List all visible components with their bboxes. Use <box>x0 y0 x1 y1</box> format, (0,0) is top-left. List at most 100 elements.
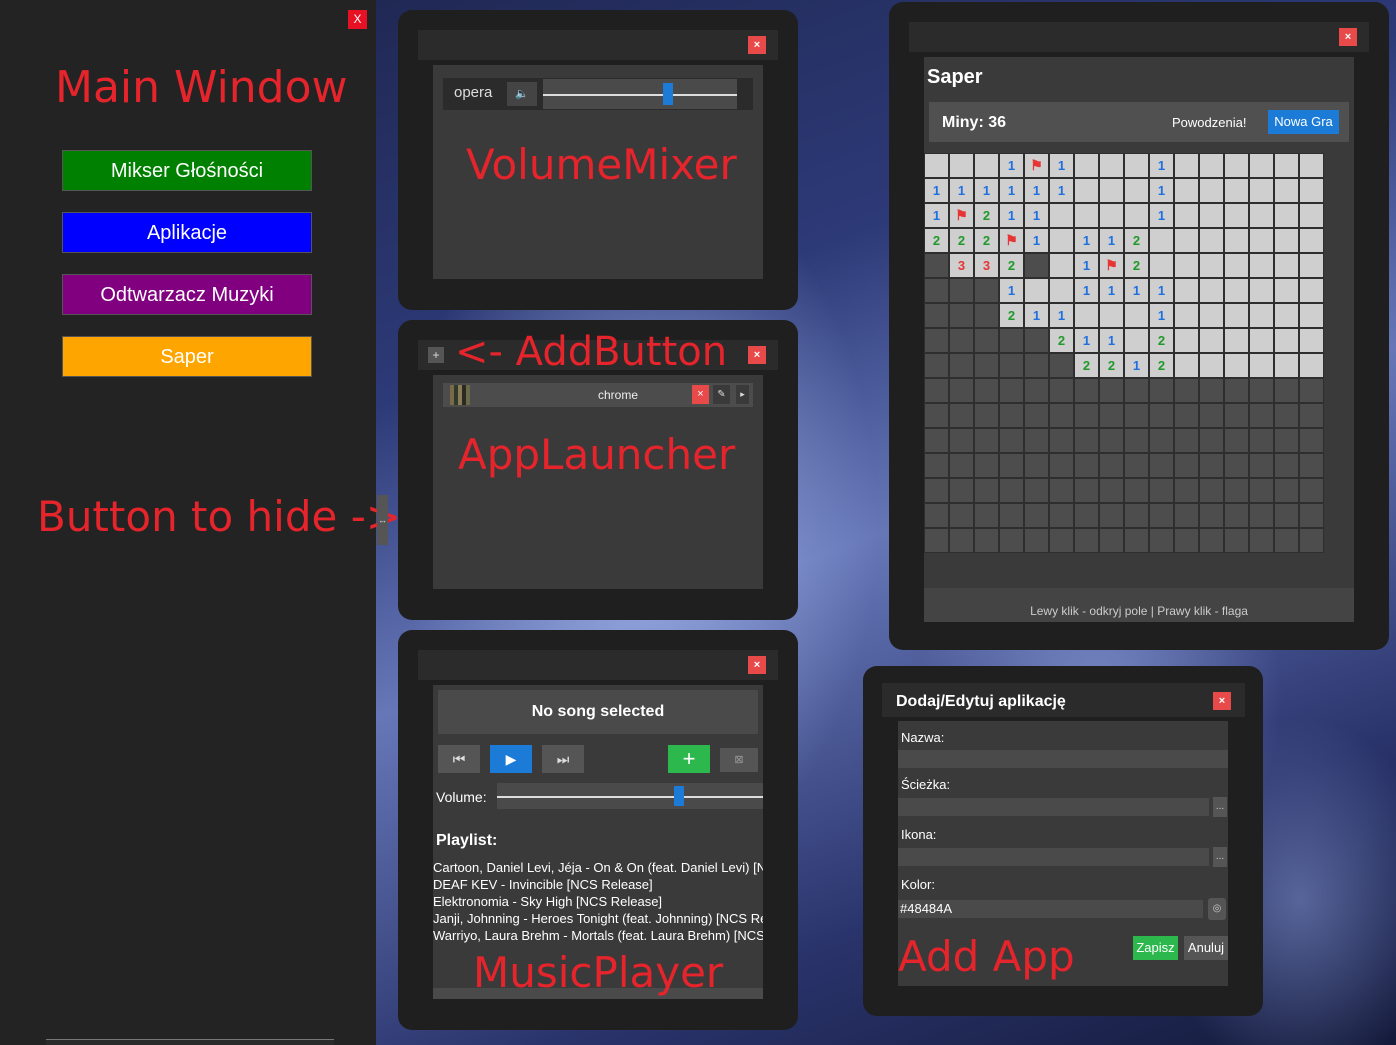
empty-cell[interactable] <box>1174 203 1199 228</box>
number-cell[interactable]: 2 <box>1074 353 1099 378</box>
empty-cell[interactable] <box>1299 228 1324 253</box>
hidden-cell[interactable] <box>1124 378 1149 403</box>
hidden-cell[interactable] <box>1099 528 1124 553</box>
number-cell[interactable]: 1 <box>1024 228 1049 253</box>
hidden-cell[interactable] <box>1274 503 1299 528</box>
empty-cell[interactable] <box>1199 328 1224 353</box>
number-cell[interactable]: 1 <box>1074 278 1099 303</box>
hidden-cell[interactable] <box>1224 403 1249 428</box>
hidden-cell[interactable] <box>1124 478 1149 503</box>
number-cell[interactable]: 1 <box>924 203 949 228</box>
hidden-cell[interactable] <box>974 403 999 428</box>
hidden-cell[interactable] <box>999 478 1024 503</box>
hidden-cell[interactable] <box>1024 528 1049 553</box>
hidden-cell[interactable] <box>924 328 949 353</box>
hidden-cell[interactable] <box>1224 528 1249 553</box>
number-cell[interactable]: 2 <box>974 203 999 228</box>
hidden-cell[interactable] <box>1299 453 1324 478</box>
number-cell[interactable]: 2 <box>949 228 974 253</box>
hidden-cell[interactable] <box>1224 378 1249 403</box>
hidden-cell[interactable] <box>1299 478 1324 503</box>
number-cell[interactable]: 3 <box>949 253 974 278</box>
applications-button[interactable]: Aplikacje <box>62 212 312 253</box>
number-cell[interactable]: 2 <box>924 228 949 253</box>
number-cell[interactable]: 1 <box>1149 178 1174 203</box>
hidden-cell[interactable] <box>949 328 974 353</box>
remove-song-button[interactable]: ⊠ <box>720 748 758 772</box>
music-player-button[interactable]: Odtwarzacz Muzyki <box>62 274 312 315</box>
hidden-cell[interactable] <box>949 478 974 503</box>
hidden-cell[interactable] <box>1024 253 1049 278</box>
hidden-cell[interactable] <box>1024 478 1049 503</box>
hidden-cell[interactable] <box>974 528 999 553</box>
number-cell[interactable]: 1 <box>1149 203 1174 228</box>
hidden-cell[interactable] <box>1174 403 1199 428</box>
hidden-cell[interactable] <box>974 478 999 503</box>
hidden-cell[interactable] <box>1149 478 1174 503</box>
icon-field[interactable] <box>898 848 1209 866</box>
empty-cell[interactable] <box>1049 228 1074 253</box>
play-button[interactable]: ▶ <box>490 745 532 773</box>
slider-thumb[interactable] <box>674 786 684 806</box>
hidden-cell[interactable] <box>1224 453 1249 478</box>
playlist-item[interactable]: DEAF KEV - Invincible [NCS Release] <box>433 876 763 893</box>
number-cell[interactable]: 1 <box>1149 303 1174 328</box>
hidden-cell[interactable] <box>1074 528 1099 553</box>
empty-cell[interactable] <box>1299 253 1324 278</box>
hidden-cell[interactable] <box>1174 378 1199 403</box>
hidden-cell[interactable] <box>1249 403 1274 428</box>
hidden-cell[interactable] <box>974 328 999 353</box>
hidden-cell[interactable] <box>1124 528 1149 553</box>
number-cell[interactable]: 1 <box>1049 153 1074 178</box>
empty-cell[interactable] <box>1299 278 1324 303</box>
launcher-close-button[interactable]: × <box>748 346 766 364</box>
empty-cell[interactable] <box>1149 253 1174 278</box>
hidden-cell[interactable] <box>949 303 974 328</box>
hidden-cell[interactable] <box>1049 378 1074 403</box>
empty-cell[interactable] <box>1224 253 1249 278</box>
hidden-cell[interactable] <box>1199 403 1224 428</box>
empty-cell[interactable] <box>1249 203 1274 228</box>
hidden-cell[interactable] <box>1074 503 1099 528</box>
hidden-cell[interactable] <box>1074 378 1099 403</box>
hidden-cell[interactable] <box>1099 503 1124 528</box>
hidden-cell[interactable] <box>1249 503 1274 528</box>
main-close-button[interactable]: X <box>348 10 367 29</box>
hidden-cell[interactable] <box>1274 453 1299 478</box>
empty-cell[interactable] <box>1199 278 1224 303</box>
empty-cell[interactable] <box>1199 303 1224 328</box>
hidden-cell[interactable] <box>1099 403 1124 428</box>
hidden-cell[interactable] <box>1024 503 1049 528</box>
path-field[interactable] <box>898 798 1209 816</box>
hidden-cell[interactable] <box>924 478 949 503</box>
number-cell[interactable]: 1 <box>1149 153 1174 178</box>
empty-cell[interactable] <box>1299 178 1324 203</box>
empty-cell[interactable] <box>1199 353 1224 378</box>
hidden-cell[interactable] <box>1299 428 1324 453</box>
delete-app-button[interactable]: × <box>692 385 709 404</box>
number-cell[interactable]: 2 <box>1149 353 1174 378</box>
hidden-cell[interactable] <box>1124 428 1149 453</box>
number-cell[interactable]: 1 <box>924 178 949 203</box>
hidden-cell[interactable] <box>974 278 999 303</box>
number-cell[interactable]: 1 <box>1049 303 1074 328</box>
hidden-cell[interactable] <box>1199 378 1224 403</box>
hidden-cell[interactable] <box>1299 528 1324 553</box>
empty-cell[interactable] <box>1099 153 1124 178</box>
hidden-cell[interactable] <box>924 353 949 378</box>
empty-cell[interactable] <box>1274 303 1299 328</box>
empty-cell[interactable] <box>1274 253 1299 278</box>
number-cell[interactable]: 1 <box>1149 278 1174 303</box>
empty-cell[interactable] <box>1274 353 1299 378</box>
hidden-cell[interactable] <box>1049 528 1074 553</box>
hidden-cell[interactable] <box>1074 428 1099 453</box>
name-field[interactable] <box>898 750 1228 768</box>
empty-cell[interactable] <box>1174 153 1199 178</box>
number-cell[interactable]: 1 <box>999 203 1024 228</box>
hidden-cell[interactable] <box>949 278 974 303</box>
hidden-cell[interactable] <box>949 403 974 428</box>
hidden-cell[interactable] <box>1024 328 1049 353</box>
empty-cell[interactable] <box>1174 278 1199 303</box>
empty-cell[interactable] <box>1199 203 1224 228</box>
empty-cell[interactable] <box>974 153 999 178</box>
